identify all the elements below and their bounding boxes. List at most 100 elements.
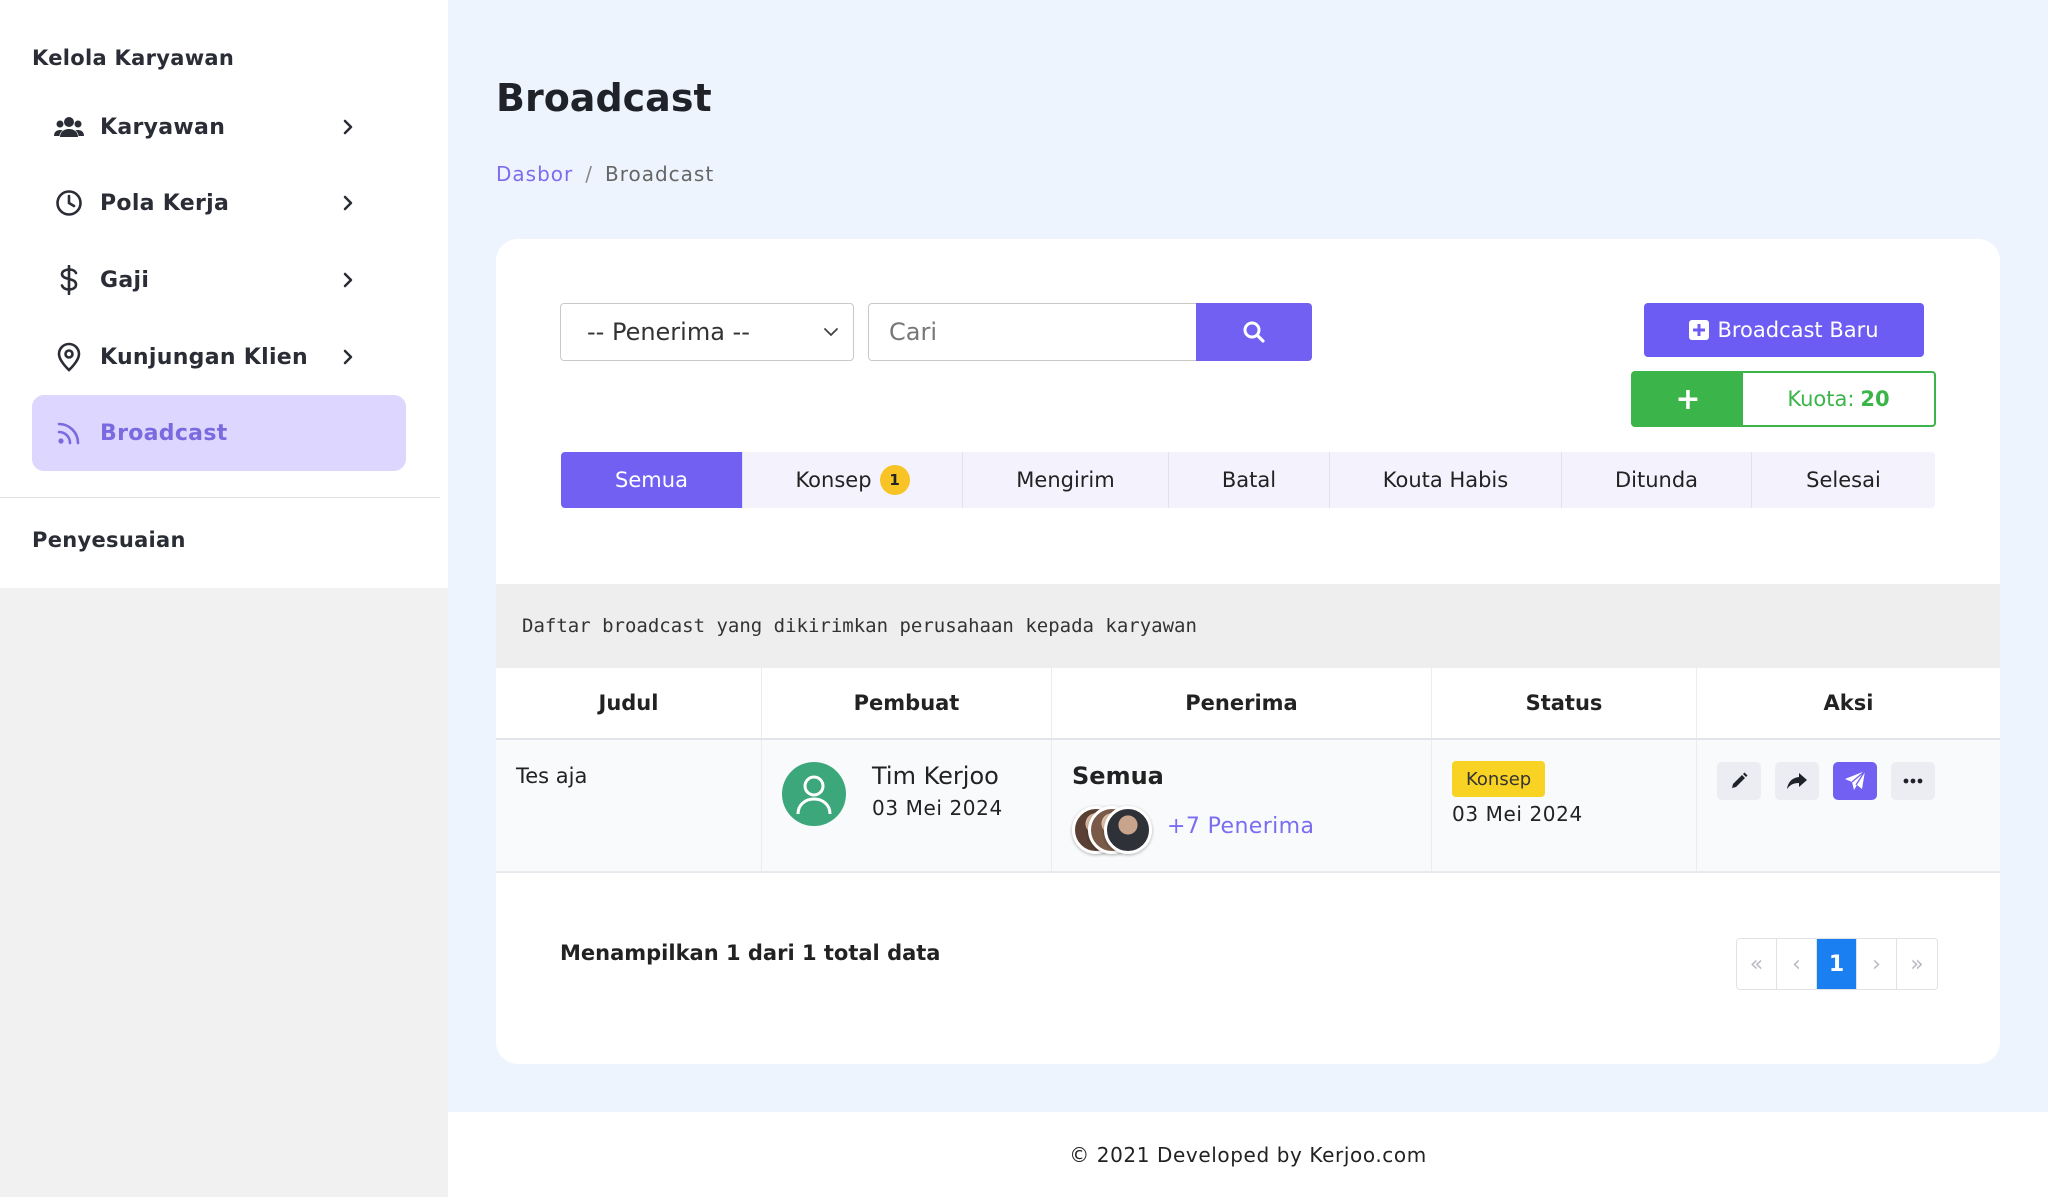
sidebar-item-karyawan[interactable]: Karyawan [32,89,406,165]
sidebar: Kelola Karyawan Karyawan Pola Kerja Gaji… [0,0,448,588]
column-header-penerima: Penerima [1052,668,1432,738]
tab-selesai[interactable]: Selesai [1752,452,1935,508]
quota-display: Kuota: 20 [1743,373,1934,425]
cell-title: Tes aja [496,740,762,871]
tab-label: Kouta Habis [1382,468,1509,492]
new-broadcast-label: Broadcast Baru [1717,318,1879,342]
breadcrumb-current: Broadcast [604,162,715,186]
chevron-down-icon [824,328,838,337]
column-header-aksi: Aksi [1823,691,1874,715]
page-title: Broadcast [496,76,712,120]
footer: © 2021 Developed by Kerjoo.com [448,1112,2048,1197]
column-header-judul: Judul [496,668,762,738]
edit-button[interactable] [1717,762,1761,800]
tab-semua[interactable]: Semua [561,452,743,508]
column-header-status: Status [1432,668,1697,738]
sidebar-item-gaji[interactable]: Gaji [32,242,406,318]
sidebar-divider [0,497,440,498]
tab-label: Semua [615,468,688,492]
sidebar-item-broadcast[interactable]: Broadcast [32,395,406,471]
tab-batal[interactable]: Batal [1169,452,1330,508]
chevron-right-icon [343,195,353,211]
dollar-icon [54,265,84,295]
status-badge: Konsep [1452,761,1546,797]
paper-plane-icon [1845,770,1866,790]
sidebar-item-kunjungan-klien[interactable]: Kunjungan Klien [32,319,406,395]
quota-label: Kuota: [1787,387,1855,411]
plus-square-icon [1689,320,1710,340]
map-pin-icon [54,342,84,372]
breadcrumb-home-link[interactable]: Dasbor [496,162,573,186]
sidebar-section-title[interactable]: Penyesuaian [32,528,186,552]
recipient-select-value: -- Penerima -- [587,318,750,346]
cell-creator: Tim Kerjoo 03 Mei 2024 [762,740,1052,871]
table-description: Daftar broadcast yang dikirimkan perusah… [496,584,2000,668]
search-button[interactable] [1196,303,1312,361]
share-icon [1787,773,1807,789]
tab-label: Ditunda [1614,468,1699,492]
cell-status: Konsep 03 Mei 2024 [1432,740,1697,871]
tab-ditunda[interactable]: Ditunda [1562,452,1752,508]
broadcast-card: -- Penerima -- Broadcast Baru + Kuota: 2… [496,239,2000,1064]
tab-label: Selesai [1806,468,1881,492]
table-row: Tes aja Tim Kerjoo 03 Mei 2024 Semua +7 … [496,740,2000,873]
column-header-pembuat: Pembuat [762,668,1052,738]
status-date: 03 Mei 2024 [1452,802,1583,826]
user-icon [796,775,832,815]
first-page-button[interactable]: « [1737,939,1777,989]
broadcast-title: Tes aja [516,764,588,788]
sidebar-item-pola-kerja[interactable]: Pola Kerja [32,165,406,241]
status-tabs: Semua Konsep 1 Mengirim Batal Kouta Habis… [561,452,1935,508]
users-icon [54,112,84,142]
pagination: « ‹ 1 › » [1736,938,1938,990]
tab-kouta-habis[interactable]: Kouta Habis [1330,452,1562,508]
breadcrumb-separator: / [585,162,593,186]
recipients-label: Semua [1072,762,1164,790]
sidebar-item-label: Broadcast [100,420,228,446]
tab-label: Konsep [795,468,872,492]
last-page-button[interactable]: » [1897,939,1937,989]
breadcrumb: Dasbor / Broadcast [496,162,714,186]
ellipsis-icon [1903,778,1923,784]
sidebar-item-label: Kunjungan Klien [100,344,308,370]
more-actions-button[interactable] [1891,762,1935,800]
sidebar-section-title: Kelola Karyawan [32,46,235,70]
rss-icon [54,418,84,448]
avatar [782,762,846,826]
recipient-avatar [1104,806,1152,854]
quota-value: 20 [1860,387,1890,411]
cell-recipients: Semua +7 Penerima [1052,740,1432,871]
tab-label: Mengirim [1016,468,1115,492]
prev-page-button[interactable]: ‹ [1777,939,1817,989]
cell-actions [1697,740,2000,871]
chevron-right-icon [343,349,353,365]
next-page-button[interactable]: › [1857,939,1897,989]
chevron-right-icon [343,119,353,135]
chevron-right-icon [343,272,353,288]
clock-icon [54,188,84,218]
search-icon [1243,321,1265,343]
quota-box: + Kuota: 20 [1631,371,1936,427]
table-header: Judul Pembuat Penerima Status Aksi [496,668,2000,740]
forward-button[interactable] [1775,762,1819,800]
more-recipients-link[interactable]: +7 Penerima [1167,814,1314,839]
count-badge: 1 [879,465,910,495]
sidebar-empty-area [0,588,448,1197]
recipient-avatars[interactable] [1072,806,1152,854]
new-broadcast-button[interactable]: Broadcast Baru [1644,303,1924,357]
pencil-icon [1732,772,1748,788]
send-button[interactable] [1833,762,1877,800]
search-input[interactable] [868,303,1196,361]
creator-date: 03 Mei 2024 [872,796,1003,820]
tab-konsep[interactable]: Konsep 1 [743,452,963,508]
sidebar-item-label: Karyawan [100,114,226,140]
add-quota-button[interactable]: + [1633,373,1743,425]
sidebar-item-label: Gaji [100,267,150,293]
page-button-current[interactable]: 1 [1817,939,1857,989]
creator-name: Tim Kerjoo [872,762,999,790]
pagination-summary: Menampilkan 1 dari 1 total data [560,941,941,965]
tab-mengirim[interactable]: Mengirim [963,452,1169,508]
tab-label: Batal [1221,468,1277,492]
sidebar-item-label: Pola Kerja [100,190,230,216]
recipient-select[interactable]: -- Penerima -- [560,303,854,361]
